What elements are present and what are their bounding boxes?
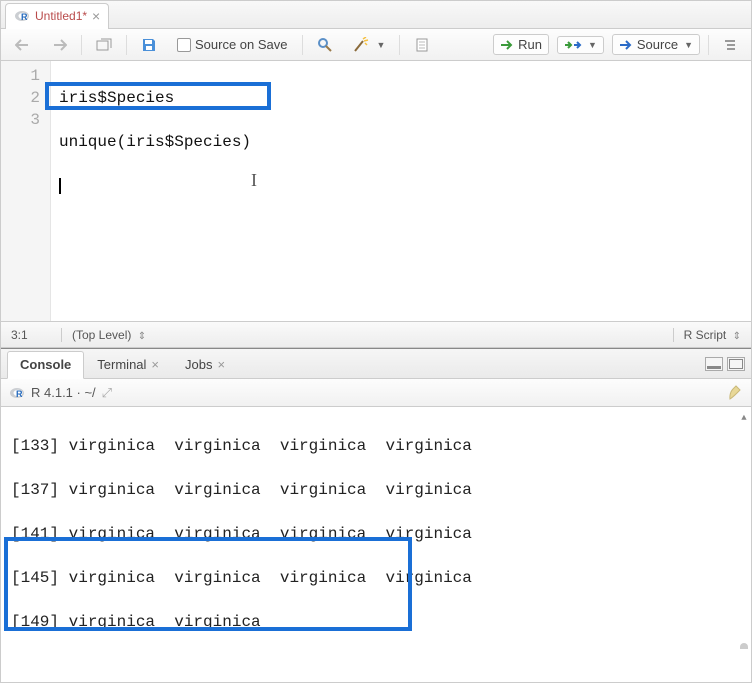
line-number: 3: [1, 109, 40, 131]
console-header: R R 4.1.1 · ~/ ⤢: [1, 379, 751, 407]
console-header-label: R 4.1.1 · ~/: [31, 385, 96, 400]
language-label: R Script: [684, 328, 727, 342]
console-tab-bar: Console Terminal × Jobs ×: [1, 349, 751, 379]
separator: [708, 35, 709, 55]
chevron-down-icon: ▼: [377, 40, 386, 50]
console-line: [133] virginica virginica virginica virg…: [11, 435, 741, 457]
close-icon[interactable]: ×: [92, 9, 100, 23]
separator: [126, 35, 127, 55]
chevron-down-icon: ▼: [684, 40, 693, 50]
tab-terminal[interactable]: Terminal ×: [84, 351, 172, 379]
editor-toolbar: Source on Save ▼ Run ▼ Source: [1, 29, 751, 61]
maximize-pane-button[interactable]: [727, 357, 745, 371]
updown-icon: ⇕: [733, 331, 741, 342]
tab-console[interactable]: Console: [7, 351, 84, 379]
checkbox-icon: [177, 38, 191, 52]
text-cursor-icon: I: [251, 169, 257, 191]
console-line: [145] virginica virginica virginica virg…: [11, 567, 741, 589]
language-selector[interactable]: R Script ⇕: [673, 328, 741, 342]
code-line: iris$Species: [59, 87, 743, 109]
code-editor[interactable]: 1 2 3 iris$Species unique(iris$Species) …: [1, 61, 751, 321]
updown-icon: ⇕: [138, 331, 146, 342]
separator: [81, 35, 82, 55]
scope-label: (Top Level): [72, 328, 131, 342]
tab-console-label: Console: [20, 357, 71, 372]
close-icon[interactable]: ×: [151, 357, 159, 372]
console-line: [149] virginica virginica: [11, 611, 741, 633]
separator: [302, 35, 303, 55]
svg-text:R: R: [16, 389, 23, 399]
source-label: Source: [637, 37, 678, 52]
pane-window-controls: [705, 357, 745, 371]
rerun-button[interactable]: ▼: [557, 36, 604, 54]
editor-tab-bar: R Untitled1* ×: [1, 1, 751, 29]
show-in-new-window-button[interactable]: [90, 36, 118, 54]
line-gutter: 1 2 3: [1, 61, 51, 321]
scroll-thumb[interactable]: [740, 643, 748, 649]
console-line: [141] virginica virginica virginica virg…: [11, 523, 741, 545]
tab-jobs-label: Jobs: [185, 357, 212, 372]
compile-report-button[interactable]: [408, 35, 436, 55]
source-on-save-label: Source on Save: [195, 37, 288, 52]
minimize-pane-button[interactable]: [705, 357, 723, 371]
svg-text:R: R: [21, 12, 28, 22]
back-button[interactable]: [9, 36, 37, 54]
editor-tab-title: Untitled1*: [35, 9, 87, 23]
code-line: [59, 175, 743, 197]
scroll-up-icon[interactable]: ▲: [741, 407, 746, 419]
run-button[interactable]: Run: [493, 34, 549, 55]
console-pane: Console Terminal × Jobs × R R 4.1.1 · ~/…: [1, 348, 751, 649]
popout-icon[interactable]: ⤢: [102, 385, 112, 401]
line-number: 2: [1, 87, 40, 109]
tab-jobs[interactable]: Jobs ×: [172, 351, 238, 379]
editor-status-bar: 3:1 (Top Level) ⇕ R Script ⇕: [1, 321, 751, 347]
r-file-icon: R: [14, 8, 30, 24]
tab-terminal-label: Terminal: [97, 357, 146, 372]
source-button[interactable]: Source ▼: [612, 34, 700, 55]
console-line: [137] virginica virginica virginica virg…: [11, 479, 741, 501]
source-on-save-checkbox[interactable]: Source on Save: [171, 35, 294, 54]
cursor: [59, 178, 61, 194]
find-button[interactable]: [311, 35, 339, 55]
editor-tab[interactable]: R Untitled1* ×: [5, 3, 109, 29]
forward-button[interactable]: [45, 36, 73, 54]
chevron-down-icon: ▼: [588, 40, 597, 50]
scrollbar[interactable]: ▲ ▼: [739, 407, 749, 649]
clear-console-button[interactable]: [727, 385, 743, 401]
line-number: 1: [1, 65, 40, 87]
save-button[interactable]: [135, 35, 163, 55]
close-icon[interactable]: ×: [217, 357, 225, 372]
console-output[interactable]: [133] virginica virginica virginica virg…: [1, 407, 751, 649]
r-logo-icon: R: [9, 385, 25, 401]
code-body[interactable]: iris$Species unique(iris$Species) I: [51, 61, 751, 321]
cursor-position: 3:1: [11, 328, 61, 342]
scroll-track[interactable]: [740, 419, 748, 649]
separator: [399, 35, 400, 55]
run-label: Run: [518, 37, 542, 52]
code-tools-button[interactable]: ▼: [347, 35, 392, 55]
code-line: unique(iris$Species): [59, 131, 743, 153]
editor-pane: R Untitled1* × Source on Save: [1, 1, 751, 348]
scope-selector[interactable]: (Top Level) ⇕: [61, 328, 673, 342]
outline-button[interactable]: [717, 36, 743, 54]
